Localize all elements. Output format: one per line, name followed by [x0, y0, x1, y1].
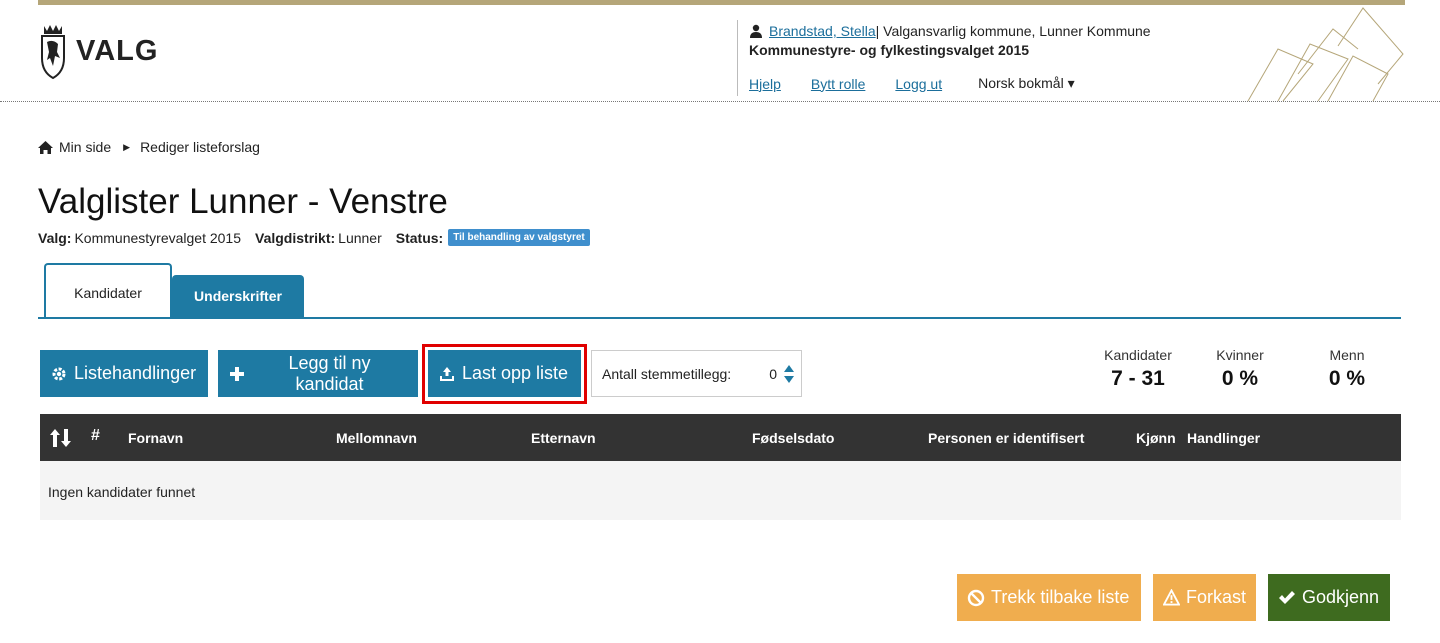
- user-icon: [750, 24, 762, 38]
- upload-highlight-frame: [422, 344, 587, 404]
- checkmark-icon: [1279, 590, 1295, 604]
- tab-kandidater[interactable]: Kandidater: [44, 263, 172, 317]
- status-label: Status:: [395, 229, 444, 246]
- logout-link[interactable]: Logg ut: [895, 76, 942, 92]
- user-name-link[interactable]: Brandstad, Stella: [769, 23, 876, 39]
- breadcrumb-separator-icon: ▶: [123, 141, 131, 152]
- empty-message: Ingen kandidater funnet: [48, 484, 196, 500]
- stemmetillegg-label: Antall stemmetillegg:: [602, 365, 732, 382]
- breadcrumb: Min side ▶ Rediger listeforslag: [38, 139, 260, 155]
- add-candidate-button[interactable]: Legg til ny kandidat: [218, 350, 418, 397]
- reject-label: Forkast: [1185, 587, 1246, 607]
- col-handlinger: Handlinger: [1187, 430, 1261, 446]
- decorative-ballots-graphic: [1247, 7, 1404, 102]
- spinner-arrows-icon[interactable]: [783, 364, 795, 384]
- sort-icon[interactable]: [49, 428, 73, 448]
- stat-menn-value: 0 %: [1328, 367, 1366, 390]
- status-badge: Til behandling av valgstyret: [448, 229, 590, 246]
- user-info-panel: Brandstad, Stella | Valgansvarlig kommun…: [737, 20, 1151, 96]
- col-kjonn[interactable]: Kjønn: [1136, 430, 1176, 446]
- approve-label: Godkjenn: [1302, 587, 1380, 607]
- user-role: | Valgansvarlig kommune, Lunner Kommune: [875, 23, 1151, 39]
- col-fodselsdato[interactable]: Fødselsdato: [752, 430, 834, 446]
- plus-icon: [229, 366, 244, 381]
- tab-bar: Kandidater Underskrifter: [38, 263, 1401, 319]
- col-number[interactable]: #: [91, 427, 100, 445]
- valg-logo[interactable]: VALG: [38, 22, 158, 80]
- candidates-table-header: # Fornavn Mellomnavn Etternavn Fødselsda…: [40, 414, 1401, 461]
- home-icon: [38, 140, 53, 154]
- candidates-table-empty-row: Ingen kandidater funnet: [40, 461, 1401, 520]
- warning-icon: [1163, 588, 1180, 606]
- distrikt-value: Lunner: [338, 229, 382, 246]
- switch-role-link[interactable]: Bytt rolle: [811, 76, 865, 92]
- stat-kvinner-value: 0 %: [1221, 367, 1259, 390]
- breadcrumb-current: Rediger listeforslag: [140, 139, 260, 155]
- stat-kandidater-label: Kandidater: [1104, 347, 1172, 363]
- approve-button[interactable]: Godkjenn: [1268, 574, 1390, 621]
- election-title: Kommunestyre- og fylkestingsvalget 2015: [749, 42, 1030, 58]
- withdraw-list-label: Trekk tilbake liste: [991, 587, 1130, 607]
- stat-kvinner-label: Kvinner: [1216, 347, 1264, 363]
- distrikt-label: Valgdistrikt:: [255, 229, 336, 246]
- valg-value: Kommunestyrevalget 2015: [74, 229, 242, 246]
- gear-icon: [52, 367, 66, 380]
- list-actions-label: Listehandlinger: [74, 363, 197, 383]
- col-fornavn[interactable]: Fornavn: [128, 430, 183, 446]
- coat-of-arms-icon: [41, 25, 65, 80]
- col-etternavn[interactable]: Etternavn: [531, 430, 596, 446]
- col-mellomnavn[interactable]: Mellomnavn: [336, 430, 417, 446]
- col-identifisert[interactable]: Personen er identifisert: [928, 430, 1084, 446]
- add-candidate-label: Legg til ny kandidat: [288, 352, 371, 394]
- stat-menn-label: Menn: [1329, 347, 1365, 363]
- stat-kandidater: Kandidater 7 - 31: [1100, 347, 1176, 391]
- breadcrumb-home-link[interactable]: Min side: [59, 139, 111, 155]
- reject-button[interactable]: Forkast: [1153, 574, 1256, 621]
- stemmetillegg-value[interactable]: 0: [769, 366, 777, 382]
- top-accent-bar: [38, 0, 1405, 5]
- ban-icon: [967, 589, 985, 606]
- valg-label: Valg:: [38, 229, 72, 246]
- page-title: Valglister Lunner - Venstre: [38, 182, 448, 221]
- list-meta: Valg: Kommunestyrevalget 2015 Valgdistri…: [38, 229, 590, 246]
- help-link[interactable]: Hjelp: [749, 76, 781, 92]
- stat-kandidater-value: 7 - 31: [1111, 367, 1165, 390]
- language-select[interactable]: Norsk bokmål ▾: [978, 75, 1075, 92]
- logo-text: VALG: [76, 34, 159, 67]
- list-actions-button[interactable]: Listehandlinger: [40, 350, 208, 397]
- stat-menn: Menn 0 %: [1322, 347, 1372, 391]
- stemmetillegg-stepper[interactable]: Antall stemmetillegg: 0: [591, 350, 802, 397]
- tab-underskrifter[interactable]: Underskrifter: [172, 275, 304, 317]
- withdraw-list-button[interactable]: Trekk tilbake liste: [957, 574, 1141, 621]
- header-divider: [0, 101, 1440, 102]
- stat-kvinner: Kvinner 0 %: [1210, 347, 1270, 391]
